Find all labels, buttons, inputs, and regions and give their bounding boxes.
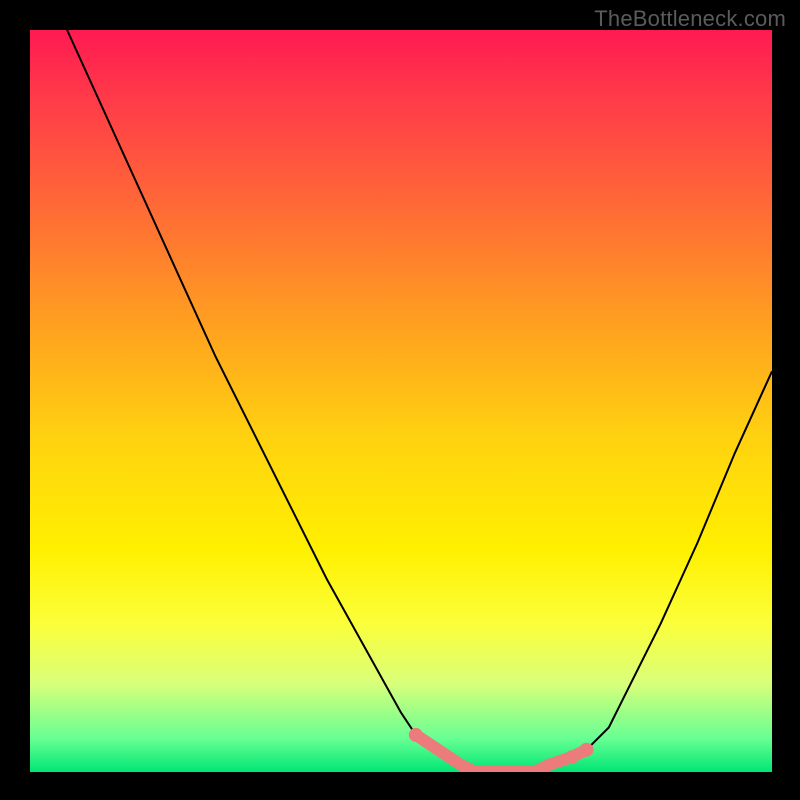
valley-marker-dot [409, 728, 423, 742]
valley-highlight [409, 728, 594, 772]
valley-marker-line [416, 735, 587, 772]
valley-marker-dot [580, 743, 594, 757]
bottleneck-curve [67, 30, 772, 772]
chart-area [30, 30, 772, 772]
chart-svg [30, 30, 772, 772]
watermark-text: TheBottleneck.com [594, 6, 786, 32]
valley-marker-dot [565, 750, 579, 764]
